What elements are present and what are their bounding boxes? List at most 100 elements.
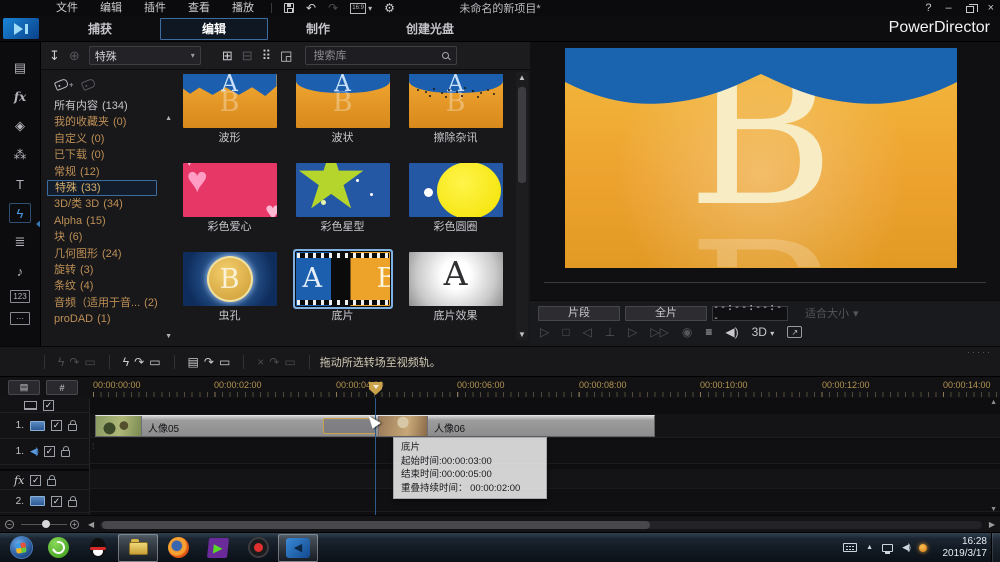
grid-scrollbar[interactable]: ▲ ▼ bbox=[516, 72, 528, 340]
category-scrollbar[interactable]: ▲ ▼ bbox=[163, 115, 173, 340]
taskbar-qq[interactable] bbox=[78, 533, 118, 562]
category-item[interactable]: 条纹(4) bbox=[47, 278, 173, 294]
download-icon[interactable]: ⊕ bbox=[69, 48, 80, 64]
transition-item[interactable]: ♥♥♥ 彩色爱心 bbox=[179, 163, 281, 233]
effect-room-icon[interactable]: fx bbox=[9, 87, 31, 107]
tray-expand-icon[interactable]: ▲ bbox=[866, 544, 873, 551]
taskbar-firefox[interactable] bbox=[158, 533, 198, 562]
transition-item[interactable]: AB 波状 bbox=[292, 74, 394, 144]
enable-checkbox[interactable]: ✓ bbox=[30, 475, 41, 486]
scroll-down-icon[interactable]: ▼ bbox=[165, 333, 172, 340]
transition-room-icon[interactable]: ϟ bbox=[9, 203, 31, 223]
split-icon[interactable]: ⊥ bbox=[605, 325, 615, 339]
tab-capture[interactable]: 捕获 bbox=[60, 16, 140, 42]
media-room-icon[interactable]: ▤ bbox=[9, 58, 31, 78]
audio-mixing-room-icon[interactable]: ≣ bbox=[9, 232, 31, 252]
display-range-icon[interactable] bbox=[24, 401, 37, 410]
tab-produce[interactable]: 制作 bbox=[278, 16, 358, 42]
minimize-button[interactable]: – bbox=[945, 2, 951, 14]
category-item[interactable]: Alpha(15) bbox=[47, 213, 173, 229]
category-item[interactable]: 音频（适用于音...(2) bbox=[47, 295, 173, 311]
restore-button[interactable] bbox=[966, 6, 974, 13]
scrollbar-thumb[interactable] bbox=[102, 521, 650, 529]
menu-plugin[interactable]: 插件 bbox=[133, 0, 177, 16]
category-item[interactable]: 几何图形(24) bbox=[47, 246, 173, 262]
next-frame-icon[interactable]: ▷ bbox=[628, 325, 637, 339]
taskbar-browser-360[interactable] bbox=[38, 533, 78, 562]
search-icon[interactable] bbox=[442, 52, 449, 59]
remove-transition-button[interactable]: ×↷▭ bbox=[257, 355, 295, 369]
pip-objects-room-icon[interactable]: ◈ bbox=[9, 116, 31, 136]
preview-video[interactable]: B B bbox=[565, 48, 957, 268]
enable-checkbox[interactable]: ✓ bbox=[44, 446, 55, 457]
snapshot-icon[interactable]: ◉ bbox=[682, 325, 692, 339]
seek-bar[interactable] bbox=[544, 282, 986, 283]
category-item[interactable]: 我的收藏夹(0) bbox=[47, 114, 173, 130]
particle-room-icon[interactable]: ⁂ bbox=[9, 145, 31, 165]
lock-icon[interactable] bbox=[68, 500, 77, 507]
voiceover-room-icon[interactable]: ♪ bbox=[9, 261, 31, 281]
input-method-icon[interactable] bbox=[843, 543, 857, 552]
timecode-display[interactable]: --:--:--:-- bbox=[712, 306, 788, 321]
grid-view-icon[interactable]: ⠿ bbox=[262, 48, 272, 64]
zoom-out-button[interactable]: − bbox=[5, 520, 14, 529]
category-item[interactable]: 3D/类 3D(34) bbox=[47, 196, 173, 212]
zoom-slider-handle[interactable] bbox=[42, 520, 50, 528]
scroll-down-icon[interactable]: ▼ bbox=[990, 506, 997, 513]
transition-item[interactable]: AB 擦除杂讯 bbox=[405, 74, 507, 144]
category-item-selected[interactable]: 特殊(33) bbox=[47, 180, 157, 196]
start-button[interactable] bbox=[4, 533, 38, 562]
range-select-button[interactable]: # bbox=[46, 380, 78, 395]
tab-edit[interactable]: 编辑 bbox=[160, 18, 268, 40]
scroll-left-icon[interactable]: ◀ bbox=[88, 520, 94, 529]
apply-random-to-all-button[interactable]: ▤↷▭ bbox=[188, 355, 231, 369]
apply-to-all-clips-button[interactable]: ϟ↷▭ bbox=[123, 355, 161, 369]
show-desktop-button[interactable] bbox=[991, 533, 1000, 562]
redo-icon[interactable]: ↷ bbox=[328, 1, 338, 15]
taskbar-file-explorer[interactable] bbox=[118, 534, 158, 562]
aspect-ratio-selector[interactable]: 16:9 ▾ bbox=[350, 3, 372, 14]
track-manager-button[interactable]: ▤ bbox=[8, 380, 40, 395]
taskbar-clock[interactable]: 16:28 2019/3/17 bbox=[933, 536, 987, 560]
category-dropdown[interactable]: 特殊 ▾ bbox=[89, 46, 201, 65]
category-item[interactable]: 块(6) bbox=[47, 229, 173, 245]
category-item[interactable]: proDAD(1) bbox=[47, 311, 173, 327]
gear-icon[interactable]: ⚙ bbox=[384, 1, 395, 15]
display-options-icon[interactable]: ≡ bbox=[705, 325, 712, 339]
lock-icon[interactable] bbox=[68, 424, 77, 431]
taskbar-powerdirector[interactable]: ◀ bbox=[278, 534, 318, 562]
transition-item[interactable]: ★ 彩色星型 bbox=[292, 163, 394, 233]
panel-grip-dots[interactable]: ····· bbox=[967, 347, 992, 357]
lock-icon[interactable] bbox=[61, 450, 70, 457]
menu-file[interactable]: 文件 bbox=[45, 0, 89, 16]
close-button[interactable]: × bbox=[988, 2, 994, 14]
category-item[interactable]: 已下载(0) bbox=[47, 147, 173, 163]
stop-icon[interactable]: □ bbox=[562, 325, 569, 339]
enable-checkbox[interactable]: ✓ bbox=[43, 400, 54, 411]
category-item[interactable]: 旋转(3) bbox=[47, 262, 173, 278]
scroll-down-icon[interactable]: ▼ bbox=[516, 330, 528, 339]
transition-item[interactable]: A 底片效果 bbox=[405, 252, 507, 322]
apply-random-transition-button[interactable]: ϟ↷▭ bbox=[58, 355, 96, 369]
previous-frame-icon[interactable]: ◁ bbox=[582, 325, 591, 339]
menu-view[interactable]: 查看 bbox=[177, 0, 221, 16]
move-content-icon[interactable]: ⊟ bbox=[242, 48, 253, 64]
lock-icon[interactable] bbox=[47, 479, 56, 486]
segment-button[interactable]: 片段 bbox=[538, 306, 620, 321]
library-search-box[interactable] bbox=[305, 46, 457, 65]
category-item[interactable]: 自定义(0) bbox=[47, 131, 173, 147]
category-item[interactable]: 所有内容(134) bbox=[47, 98, 173, 114]
taskbar-recorder[interactable] bbox=[238, 533, 278, 562]
scroll-right-icon[interactable]: ▶ bbox=[989, 520, 995, 529]
horizontal-scrollbar[interactable] bbox=[100, 521, 982, 529]
notification-icon[interactable] bbox=[919, 544, 927, 552]
tab-create-disc[interactable]: 创建光盘 bbox=[375, 16, 485, 42]
remove-tag-icon[interactable] bbox=[81, 77, 96, 90]
category-item[interactable]: 常规(12) bbox=[47, 164, 173, 180]
title-room-icon[interactable]: T bbox=[9, 174, 31, 194]
search-input[interactable] bbox=[311, 49, 442, 63]
zoom-in-button[interactable]: + bbox=[70, 520, 79, 529]
detach-preview-icon[interactable]: ↗ bbox=[787, 326, 802, 338]
time-ruler[interactable]: 00:00:00:00 00:00:02:00 00:00:04:00 00:0… bbox=[88, 377, 1000, 398]
fit-view-icon[interactable]: ◲ bbox=[280, 48, 292, 64]
